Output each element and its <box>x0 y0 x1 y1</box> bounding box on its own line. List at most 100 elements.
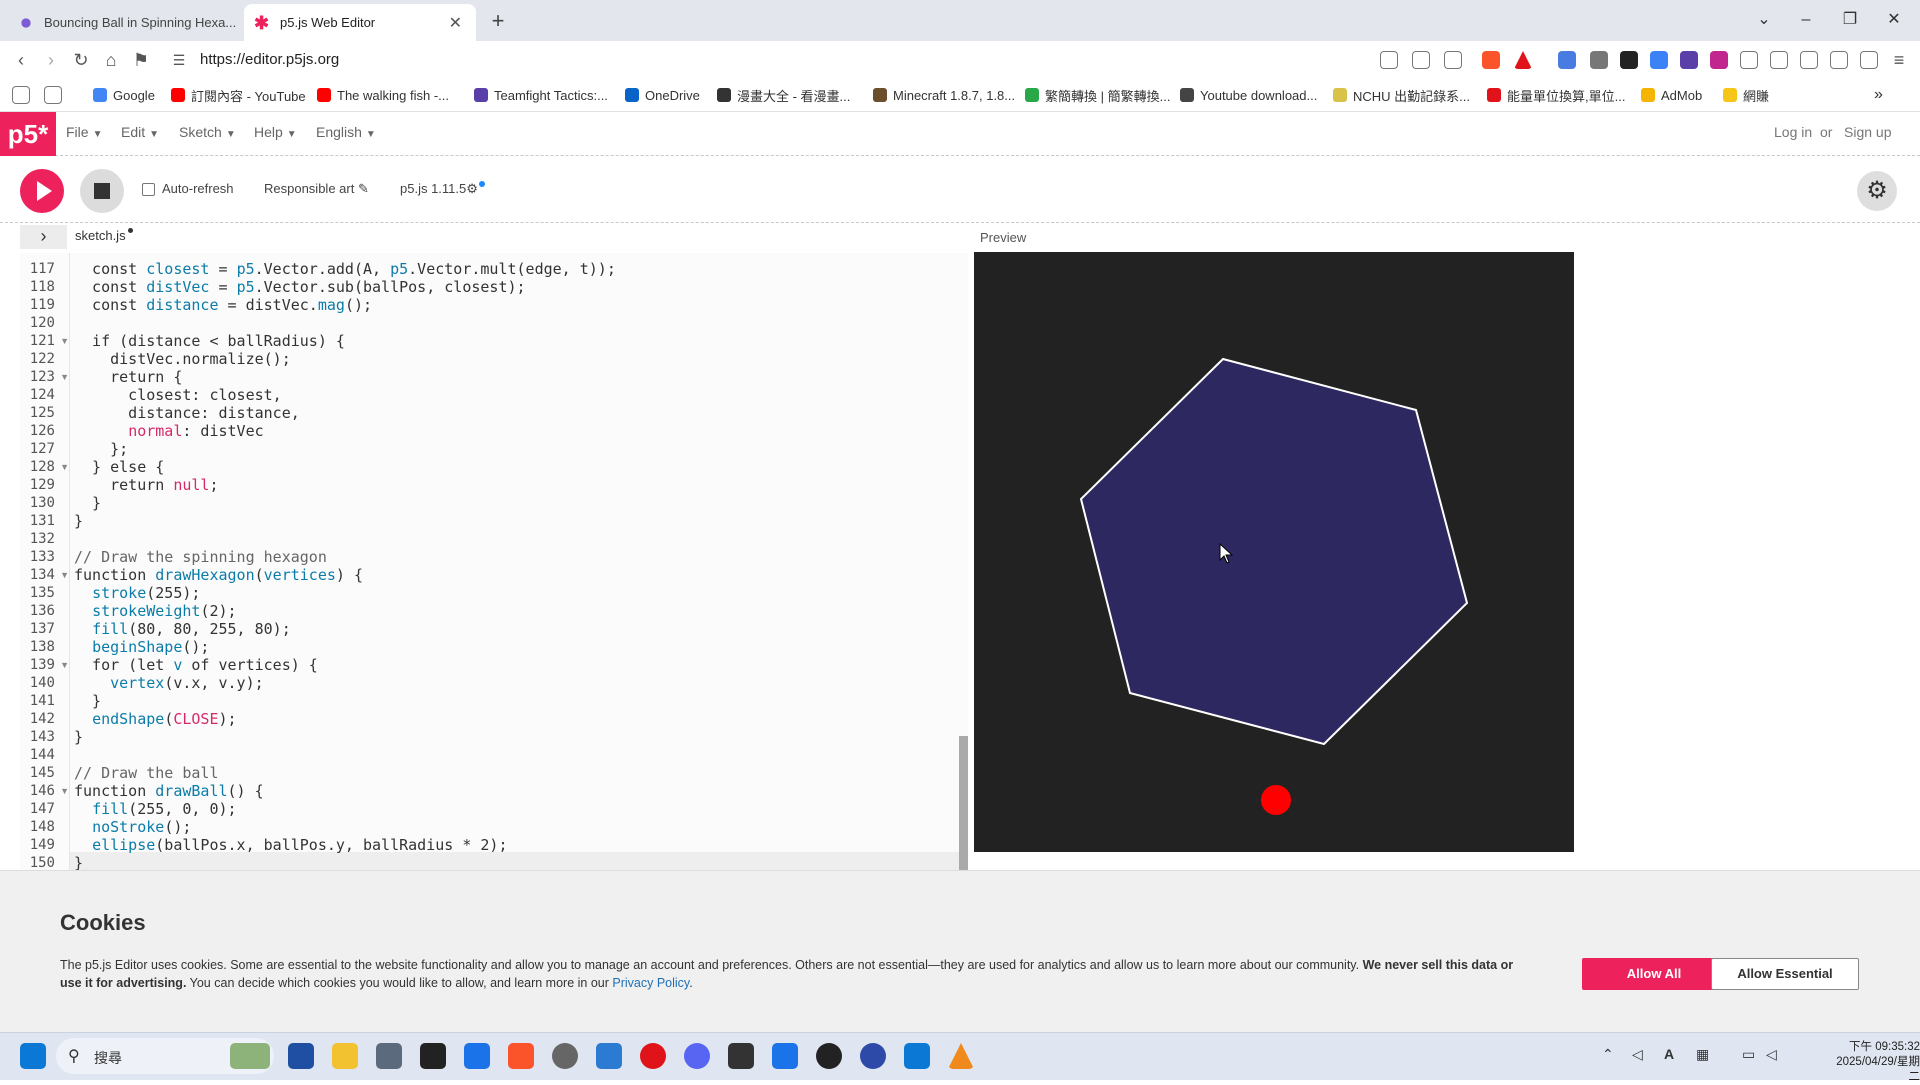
brave-rewards-icon[interactable] <box>1514 51 1532 69</box>
fold-arrow-icon[interactable]: ▼ <box>60 368 69 386</box>
bookmark-item[interactable]: Google <box>93 86 155 104</box>
close-tab-icon[interactable]: ✕ <box>445 13 466 33</box>
auto-refresh-checkbox[interactable] <box>142 183 155 196</box>
vscode-icon[interactable] <box>904 1043 930 1069</box>
settings-gear-icon[interactable]: ⚙ <box>1857 171 1897 211</box>
store-icon[interactable] <box>288 1043 314 1069</box>
sidebar-icon[interactable] <box>1800 51 1818 69</box>
extension-shield-icon[interactable] <box>1590 51 1608 69</box>
back-icon[interactable]: ‹ <box>8 47 34 73</box>
clapper-icon[interactable] <box>420 1043 446 1069</box>
extensions-puzzle-icon[interactable] <box>1740 51 1758 69</box>
minimize-button[interactable]: – <box>1784 6 1828 34</box>
discord-icon[interactable] <box>684 1043 710 1069</box>
speaker-icon[interactable]: ◁ <box>1766 1046 1777 1063</box>
home-icon[interactable]: ⌂ <box>98 47 124 73</box>
sidebar-toggle-chevron-icon[interactable]: › <box>20 225 67 249</box>
tab-search-icon[interactable] <box>12 86 30 104</box>
menu-edit[interactable]: Edit ▼ <box>121 124 159 140</box>
site-info-icon[interactable]: ☰ <box>166 47 192 73</box>
restore-button[interactable]: ❐ <box>1828 6 1872 34</box>
brave-shields-icon[interactable] <box>1482 51 1500 69</box>
ime-a-icon[interactable]: A <box>1664 1046 1674 1062</box>
compass-icon[interactable] <box>552 1043 578 1069</box>
extension-translate-icon[interactable] <box>1558 51 1576 69</box>
allow-all-button[interactable]: Allow All <box>1582 958 1726 990</box>
reload-icon[interactable]: ↻ <box>68 47 94 73</box>
bookmark-item[interactable]: 繁簡轉換 | 簡繁轉換... <box>1025 86 1170 104</box>
headphones-icon[interactable] <box>860 1043 886 1069</box>
forward-icon[interactable]: › <box>38 47 64 73</box>
fold-arrow-icon[interactable]: ▼ <box>60 458 69 476</box>
code-content[interactable]: const closest = p5.Vector.add(A, p5.Vect… <box>74 260 954 870</box>
signup-link[interactable]: Sign up <box>1844 124 1891 140</box>
tab-list-chevron-icon[interactable]: ⌄ <box>1742 6 1786 34</box>
fold-arrow-icon[interactable]: ▼ <box>60 656 69 674</box>
play-button[interactable] <box>20 169 64 213</box>
responsible-art-button[interactable]: Responsible art ✎ <box>264 181 369 197</box>
bookmark-item[interactable]: 訂閱內容 - YouTube <box>171 86 306 104</box>
more-bookmarks-icon[interactable]: » <box>1874 86 1883 104</box>
file-tab-sketch[interactable]: sketch.js <box>75 228 133 243</box>
menu-help[interactable]: Help ▼ <box>254 124 297 140</box>
fold-arrow-icon[interactable]: ▼ <box>60 566 69 584</box>
bookmark-item[interactable]: 網賺 <box>1723 86 1769 104</box>
privacy-policy-link[interactable]: Privacy Policy <box>612 976 689 990</box>
document-icon[interactable] <box>464 1043 490 1069</box>
bookmark-item[interactable]: Youtube download... <box>1180 86 1317 104</box>
tab-p5-editor[interactable]: ✱ p5.js Web Editor ✕ <box>244 4 476 41</box>
bookmark-item[interactable]: Minecraft 1.8.7, 1.8... <box>873 86 1015 104</box>
photos-icon[interactable] <box>596 1043 622 1069</box>
browser-menu-icon[interactable]: ≡ <box>1886 47 1912 73</box>
fold-arrow-icon[interactable]: ▼ <box>60 782 69 800</box>
file-explorer-icon[interactable] <box>332 1043 358 1069</box>
address-bar[interactable]: https://editor.p5js.org <box>200 47 339 73</box>
bookmark-item[interactable]: 能量單位換算,單位... <box>1487 86 1625 104</box>
login-link[interactable]: Log in <box>1774 124 1812 140</box>
tray-chevron-up-icon[interactable]: ⌃ <box>1602 1046 1614 1063</box>
widget-landscape-icon[interactable] <box>230 1043 270 1069</box>
network-icon[interactable]: ▭ <box>1742 1046 1755 1063</box>
wallet-icon[interactable] <box>1830 51 1848 69</box>
stop-button[interactable] <box>80 169 124 213</box>
share-icon[interactable] <box>1444 51 1462 69</box>
tab-claude[interactable]: Bouncing Ball in Spinning Hexa... <box>8 4 240 41</box>
volume-tray-icon[interactable]: ◁ <box>1632 1046 1643 1063</box>
bookmark-item[interactable]: AdMob <box>1641 86 1702 104</box>
acrobat-icon[interactable] <box>640 1043 666 1069</box>
menu-sketch[interactable]: Sketch ▼ <box>179 124 236 140</box>
terminal-icon[interactable] <box>728 1043 754 1069</box>
allow-essential-button[interactable]: Allow Essential <box>1711 958 1859 990</box>
close-window-button[interactable]: ✕ <box>1872 6 1916 34</box>
bookmark-item[interactable]: 漫畫大全 - 看漫畫... <box>717 86 850 104</box>
notepad-icon[interactable] <box>772 1043 798 1069</box>
brave-browser-icon[interactable] <box>508 1043 534 1069</box>
new-tab-button[interactable]: + <box>484 8 512 36</box>
download-icon[interactable] <box>1770 51 1788 69</box>
bookmark-item[interactable]: NCHU 出勤記錄系... <box>1333 86 1470 104</box>
bookmark-item[interactable]: The walking fish -... <box>317 86 449 104</box>
menu-language[interactable]: English ▼ <box>316 124 376 140</box>
editor-scrollbar[interactable] <box>959 736 968 870</box>
bookmark-item[interactable]: OneDrive <box>625 86 700 104</box>
bookmark-icon[interactable]: ⚑ <box>128 47 154 73</box>
ime-lang-icon[interactable]: ▦ <box>1696 1046 1709 1063</box>
translate-icon[interactable] <box>1412 51 1430 69</box>
leo-ai-icon[interactable] <box>1860 51 1878 69</box>
fold-arrow-icon[interactable]: ▼ <box>60 332 69 350</box>
extension-wave-icon[interactable] <box>1650 51 1668 69</box>
version-button[interactable]: p5.js 1.11.5⚙ <box>400 181 485 197</box>
taskbar-clock[interactable]: 下午 09:35:32 2025/04/29/星期二 <box>1830 1040 1920 1085</box>
p5-logo[interactable]: p5* <box>0 112 56 156</box>
preview-canvas[interactable] <box>974 252 1574 852</box>
extension-image-icon[interactable] <box>1710 51 1728 69</box>
bookmark-item[interactable]: Teamfight Tactics:... <box>474 86 608 104</box>
reader-icon[interactable] <box>1380 51 1398 69</box>
start-windows-icon[interactable] <box>20 1043 46 1069</box>
apps-grid-icon[interactable] <box>44 86 62 104</box>
extension-box-icon[interactable] <box>1680 51 1698 69</box>
calculator-icon[interactable] <box>376 1043 402 1069</box>
obs-icon[interactable] <box>816 1043 842 1069</box>
menu-file[interactable]: File ▼ <box>66 124 102 140</box>
extension-ghost-icon[interactable] <box>1620 51 1638 69</box>
